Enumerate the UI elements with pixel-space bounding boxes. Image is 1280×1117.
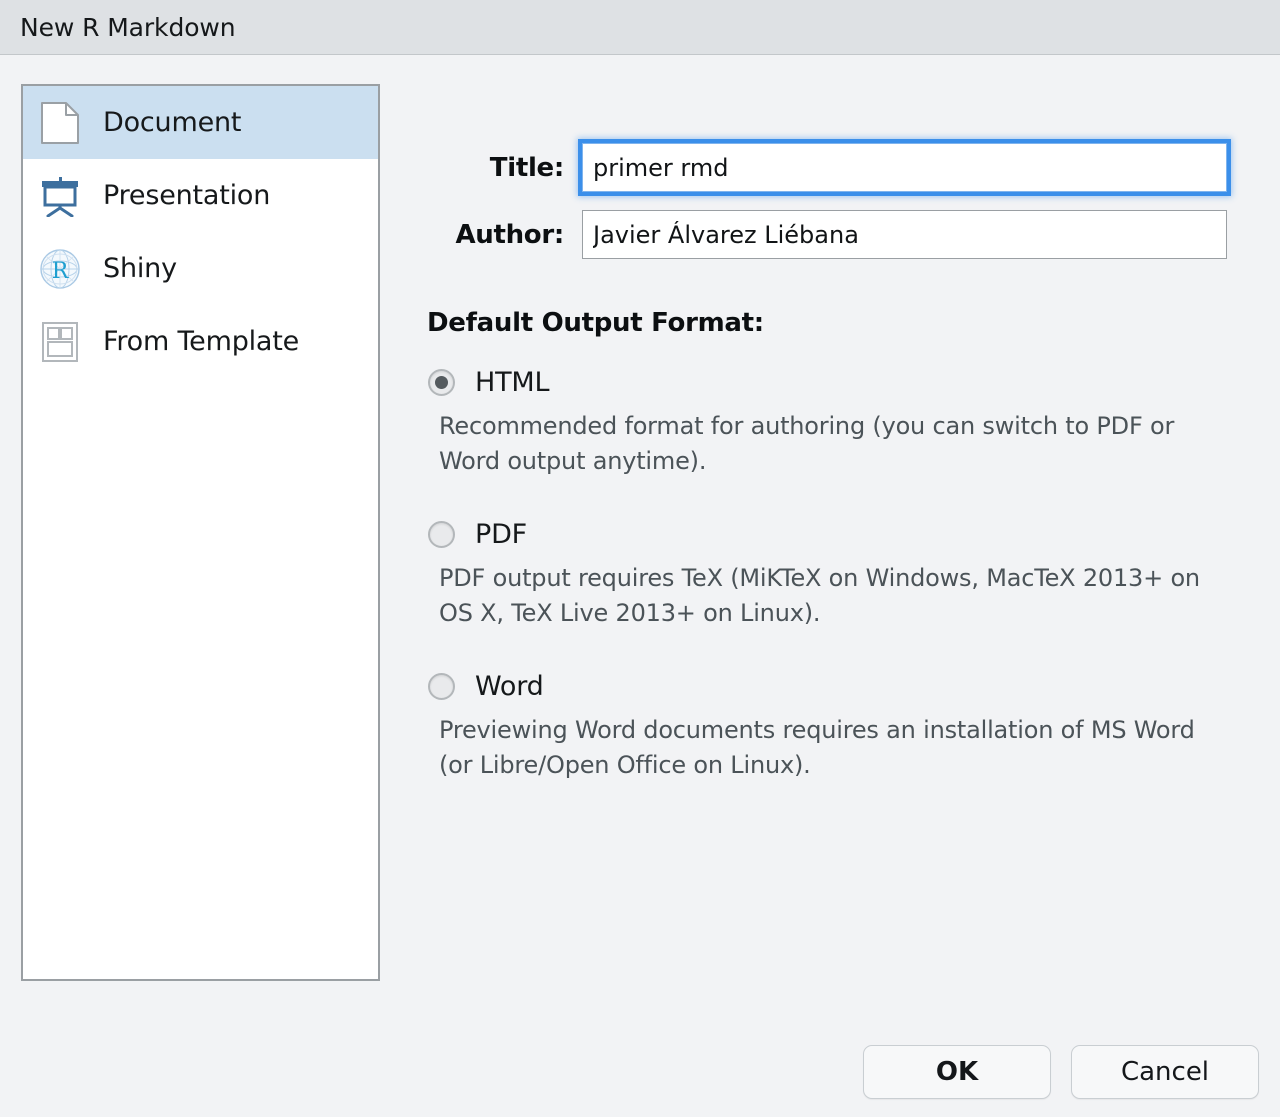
ok-button[interactable]: OK — [863, 1045, 1051, 1099]
radio-line[interactable]: Word — [428, 669, 1218, 703]
radio-word[interactable] — [428, 672, 455, 700]
output-format-heading: Default Output Format: — [427, 308, 764, 338]
cancel-button[interactable]: Cancel — [1071, 1045, 1259, 1099]
sidebar-item-label: Document — [103, 107, 242, 138]
sidebar-item-label: Shiny — [103, 253, 177, 284]
sidebar-item-document[interactable]: Document — [23, 86, 378, 159]
author-label: Author: — [455, 219, 564, 250]
sidebar-item-label: Presentation — [103, 180, 271, 211]
shiny-globe-icon: R — [37, 246, 83, 292]
radio-line[interactable]: PDF — [428, 517, 1218, 551]
radio-description: Previewing Word documents requires an in… — [439, 716, 1195, 779]
presentation-icon — [37, 173, 83, 219]
radio-label: Word — [475, 670, 544, 702]
radio-label: PDF — [475, 518, 528, 550]
dialog-body: Document Presentation R Shiny From Templ… — [0, 55, 1280, 1117]
radio-description: Recommended format for authoring (you ca… — [439, 412, 1175, 475]
sidebar-item-shiny[interactable]: R Shiny — [23, 232, 378, 305]
radio-line[interactable]: HTML — [428, 365, 1218, 399]
dialog-titlebar: New R Markdown — [0, 0, 1280, 55]
output-option-word[interactable]: Word Previewing Word documents requires … — [428, 669, 1218, 783]
sidebar-item-from-template[interactable]: From Template — [23, 305, 378, 378]
radio-description: PDF output requires TeX (MiKTeX on Windo… — [439, 564, 1200, 627]
output-option-pdf[interactable]: PDF PDF output requires TeX (MiKTeX on W… — [428, 517, 1218, 631]
radio-label: HTML — [475, 366, 550, 398]
radio-pdf[interactable] — [428, 520, 455, 548]
radio-html[interactable] — [428, 368, 455, 396]
sidebar-item-label: From Template — [103, 326, 300, 357]
output-format-radio-group[interactable]: HTML Recommended format for authoring (y… — [428, 365, 1218, 783]
title-field-row: Title: — [427, 143, 1227, 192]
template-icon — [37, 319, 83, 365]
category-list[interactable]: Document Presentation R Shiny From Templ… — [21, 84, 380, 981]
author-input[interactable] — [582, 210, 1227, 259]
output-option-html[interactable]: HTML Recommended format for authoring (y… — [428, 365, 1218, 479]
dialog-footer: OK Cancel — [863, 1045, 1259, 1099]
svg-text:R: R — [52, 259, 70, 284]
settings-pane: Title: Author: Default Output Format: HT… — [410, 55, 1280, 1117]
sidebar-item-presentation[interactable]: Presentation — [23, 159, 378, 232]
title-label: Title: — [489, 152, 565, 183]
title-input[interactable] — [582, 143, 1227, 192]
dialog-title: New R Markdown — [20, 12, 236, 42]
document-icon — [37, 100, 83, 146]
author-field-row: Author: — [427, 210, 1227, 259]
